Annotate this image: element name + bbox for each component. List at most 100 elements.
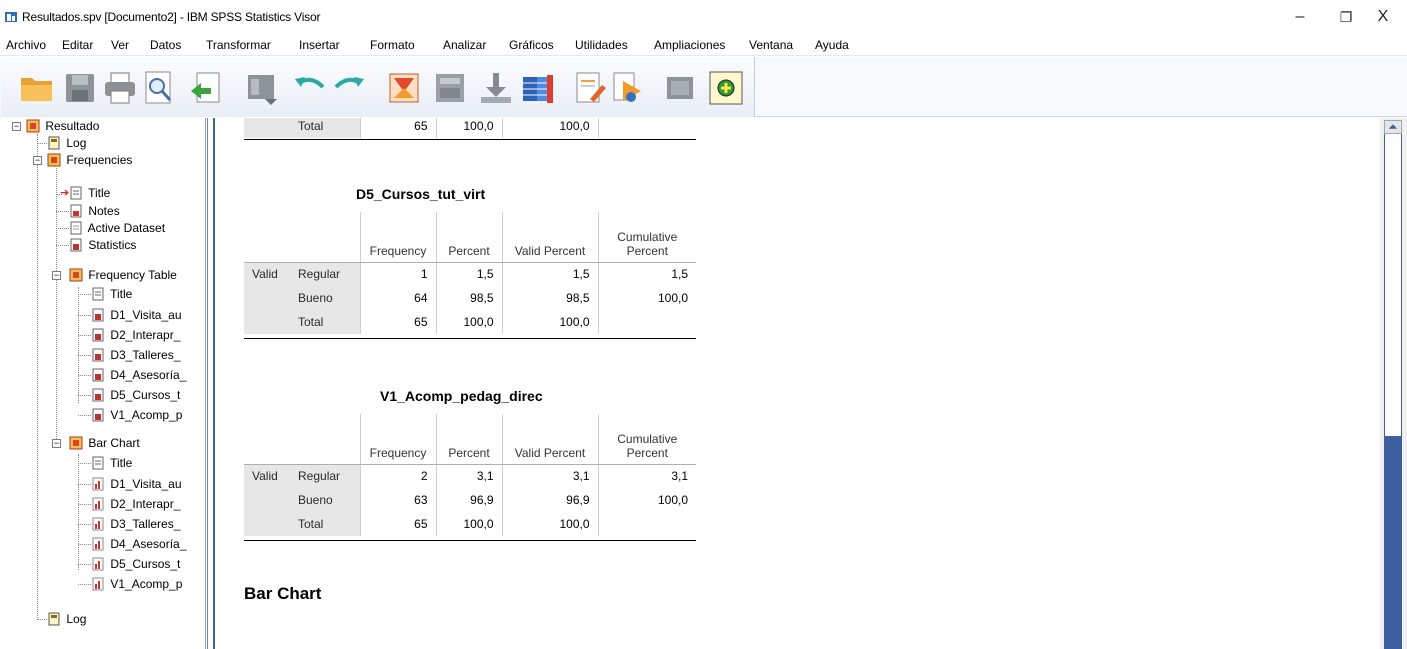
row-label: Bueno	[290, 488, 360, 512]
tree-connector	[78, 504, 91, 505]
tree-node-bar-chart[interactable]: Bar Chart	[69, 435, 140, 452]
open-folder-icon[interactable]	[18, 69, 56, 107]
chart-icon	[92, 557, 104, 571]
menu-formato[interactable]: Formato	[370, 38, 415, 52]
export-icon[interactable]	[187, 69, 225, 107]
row-label: Regular	[290, 464, 360, 488]
menu-utilidades[interactable]: Utilidades	[575, 38, 628, 52]
hide-icon[interactable]	[661, 69, 699, 107]
cumulative-cell: 1,5	[597, 262, 696, 286]
collapse-toggle[interactable]: −	[52, 271, 61, 280]
header-blank	[244, 414, 290, 464]
tree-node-bc-item[interactable]: D2_Interapr_	[91, 496, 180, 513]
tree-node-ft-item[interactable]: D4_Asesoría_	[91, 367, 186, 384]
tree-node-bc-item[interactable]: D1_Visita_au	[91, 476, 182, 493]
tree-node-log[interactable]: Log	[47, 135, 86, 152]
tree-label: D1_Visita_au	[110, 477, 182, 491]
collapse-toggle[interactable]: −	[12, 122, 21, 131]
menu-ayuda[interactable]: Ayuda	[815, 38, 849, 52]
percent-cell: 96,9	[435, 488, 502, 512]
goto-data-icon[interactable]	[385, 69, 423, 107]
create-title-icon[interactable]	[570, 69, 608, 107]
tree-node-ft-title[interactable]: Title	[91, 286, 132, 303]
tree-guide-line	[78, 454, 79, 570]
goto-variable-icon[interactable]	[477, 69, 515, 107]
partial-frequency-table: Total 65 100,0 100,0	[244, 118, 696, 138]
tree-node-ft-item[interactable]: V1_Acomp_p	[91, 407, 182, 424]
cumulative-cell	[597, 118, 696, 138]
row-label: Total	[290, 310, 360, 334]
tree-node-resultado[interactable]: Resultado	[26, 118, 99, 135]
tree-connector	[37, 143, 47, 144]
menu-insertar[interactable]: Insertar	[299, 38, 340, 52]
tree-node-active-dataset[interactable]: Active Dataset	[69, 220, 165, 237]
tree-connector	[56, 245, 69, 246]
tree-label: Active Dataset	[87, 221, 166, 235]
tree-node-ft-item[interactable]: D3_Talleres_	[91, 347, 180, 364]
redo-icon[interactable]	[330, 69, 368, 107]
menu-datos[interactable]: Datos	[150, 38, 181, 52]
tree-label: Bar Chart	[88, 436, 140, 450]
menu-analizar[interactable]: Analizar	[443, 38, 486, 52]
tree-node-statistics[interactable]: Statistics	[69, 237, 136, 254]
tree-guide-line	[56, 168, 57, 441]
undo-icon[interactable]	[291, 69, 329, 107]
table-icon	[92, 368, 104, 382]
vertical-scrollbar[interactable]	[1380, 118, 1407, 649]
tree-node-frequencies[interactable]: Frequencies	[47, 152, 132, 169]
chart-icon	[92, 477, 104, 491]
collapse-toggle[interactable]: −	[33, 156, 42, 165]
tree-label: Log	[66, 136, 87, 150]
tree-label: D2_Interapr_	[110, 328, 181, 342]
tree-node-ft-item[interactable]: D5_Cursos_t	[91, 387, 180, 404]
scroll-track[interactable]	[1384, 134, 1402, 436]
insert-output-icon[interactable]	[609, 69, 647, 107]
tree-connector	[37, 619, 47, 620]
window-title: Resultados.spv [Documento2] - IBM SPSS S…	[22, 10, 321, 24]
save-icon[interactable]	[61, 69, 99, 107]
menu-transformar[interactable]: Transformar	[206, 38, 271, 52]
tree-node-bc-item[interactable]: D5_Cursos_t	[91, 556, 180, 573]
tree-node-frequency-table[interactable]: Frequency Table	[69, 267, 177, 284]
variables-icon[interactable]	[519, 69, 557, 107]
menu-ver[interactable]: Ver	[111, 38, 129, 52]
goto-case-icon[interactable]	[431, 69, 469, 107]
designate-window-icon[interactable]	[707, 69, 745, 107]
print-preview-icon[interactable]	[140, 69, 178, 107]
tree-node-bc-title[interactable]: Title	[91, 455, 132, 472]
close-button[interactable]: X	[1368, 6, 1398, 28]
menu-editar[interactable]: Editar	[62, 38, 93, 52]
menu-ventana[interactable]: Ventana	[749, 38, 793, 52]
selection-arrow-icon: ➔	[60, 187, 70, 199]
pane-splitter[interactable]	[207, 118, 215, 649]
tree-node-log[interactable]: Log	[47, 611, 86, 628]
valid-percent-cell: 100,0	[501, 118, 598, 138]
menu-graficos[interactable]: Gráficos	[509, 38, 554, 52]
minimize-button[interactable]: –	[1285, 6, 1315, 28]
tree-label: D4_Asesoría_	[110, 537, 187, 551]
print-icon[interactable]	[101, 69, 139, 107]
menu-ampliaciones[interactable]: Ampliaciones	[654, 38, 725, 52]
tree-node-bc-item[interactable]: D4_Asesoría_	[91, 536, 186, 553]
header-frequency: Frequency	[359, 212, 436, 262]
tree-node-ft-item[interactable]: D1_Visita_au	[91, 307, 182, 324]
tree-node-bc-item[interactable]: V1_Acomp_p	[91, 576, 182, 593]
menu-archivo[interactable]: Archivo	[6, 38, 46, 52]
tree-node-notes[interactable]: Notes	[69, 203, 120, 220]
spss-app-icon	[5, 12, 17, 22]
scroll-up-button[interactable]	[1384, 120, 1402, 134]
valid-percent-cell: 96,9	[501, 488, 598, 512]
menu-bar: Archivo Editar Ver Datos Transformar Ins…	[0, 34, 1407, 56]
tree-node-title[interactable]: Title	[69, 185, 110, 202]
outline-pane: − Resultado Log − Frequencies ➔ Title No…	[0, 118, 206, 649]
tree-connector	[78, 355, 91, 356]
tree-node-ft-item[interactable]: D2_Interapr_	[91, 327, 180, 344]
tree-node-bc-item[interactable]: D3_Talleres_	[91, 516, 180, 533]
collapse-toggle[interactable]: −	[52, 439, 61, 448]
maximize-button[interactable]: ❐	[1331, 6, 1361, 28]
recall-dialog-icon[interactable]	[243, 69, 281, 107]
tree-connector	[78, 375, 91, 376]
header-rule	[244, 262, 696, 263]
scroll-thumb[interactable]	[1384, 436, 1402, 649]
table-row: Bueno 64 98,5 98,5 100,0	[244, 286, 696, 310]
